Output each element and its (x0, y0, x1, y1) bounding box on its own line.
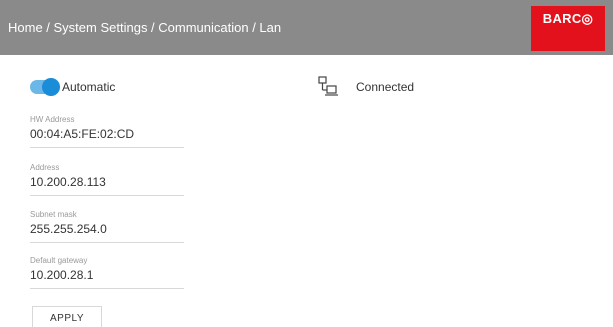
automatic-label: Automatic (62, 80, 116, 94)
subnet-mask-field[interactable]: Subnet mask 255.255.254.0 (30, 210, 184, 243)
hw-address-label: HW Address (30, 115, 75, 124)
toggle-knob (42, 78, 60, 96)
default-gateway-field[interactable]: Default gateway 10.200.28.1 (30, 256, 184, 289)
default-gateway-value[interactable]: 10.200.28.1 (30, 268, 93, 282)
connection-status: Connected (356, 80, 415, 94)
network-icon (318, 76, 338, 96)
breadcrumb: Home / System Settings / Communication /… (8, 20, 282, 35)
apply-button[interactable]: APPLY (32, 306, 102, 327)
barco-logo-text: BARC◎ (542, 11, 594, 26)
address-value[interactable]: 10.200.28.113 (30, 175, 106, 189)
subnet-mask-label: Subnet mask (30, 210, 77, 219)
default-gateway-label: Default gateway (30, 256, 88, 265)
automatic-toggle[interactable] (30, 78, 60, 96)
address-label: Address (30, 163, 60, 172)
header-bar: Home / System Settings / Communication /… (0, 0, 613, 55)
subnet-mask-value[interactable]: 255.255.254.0 (30, 222, 107, 236)
hw-address-value: 00:04:A5:FE:02:CD (30, 127, 135, 141)
barco-logo: BARC◎ (531, 6, 605, 51)
address-field[interactable]: Address 10.200.28.113 (30, 163, 184, 196)
lan-settings-page: Home / System Settings / Communication /… (0, 0, 613, 327)
hw-address-field: HW Address 00:04:A5:FE:02:CD (30, 115, 184, 148)
